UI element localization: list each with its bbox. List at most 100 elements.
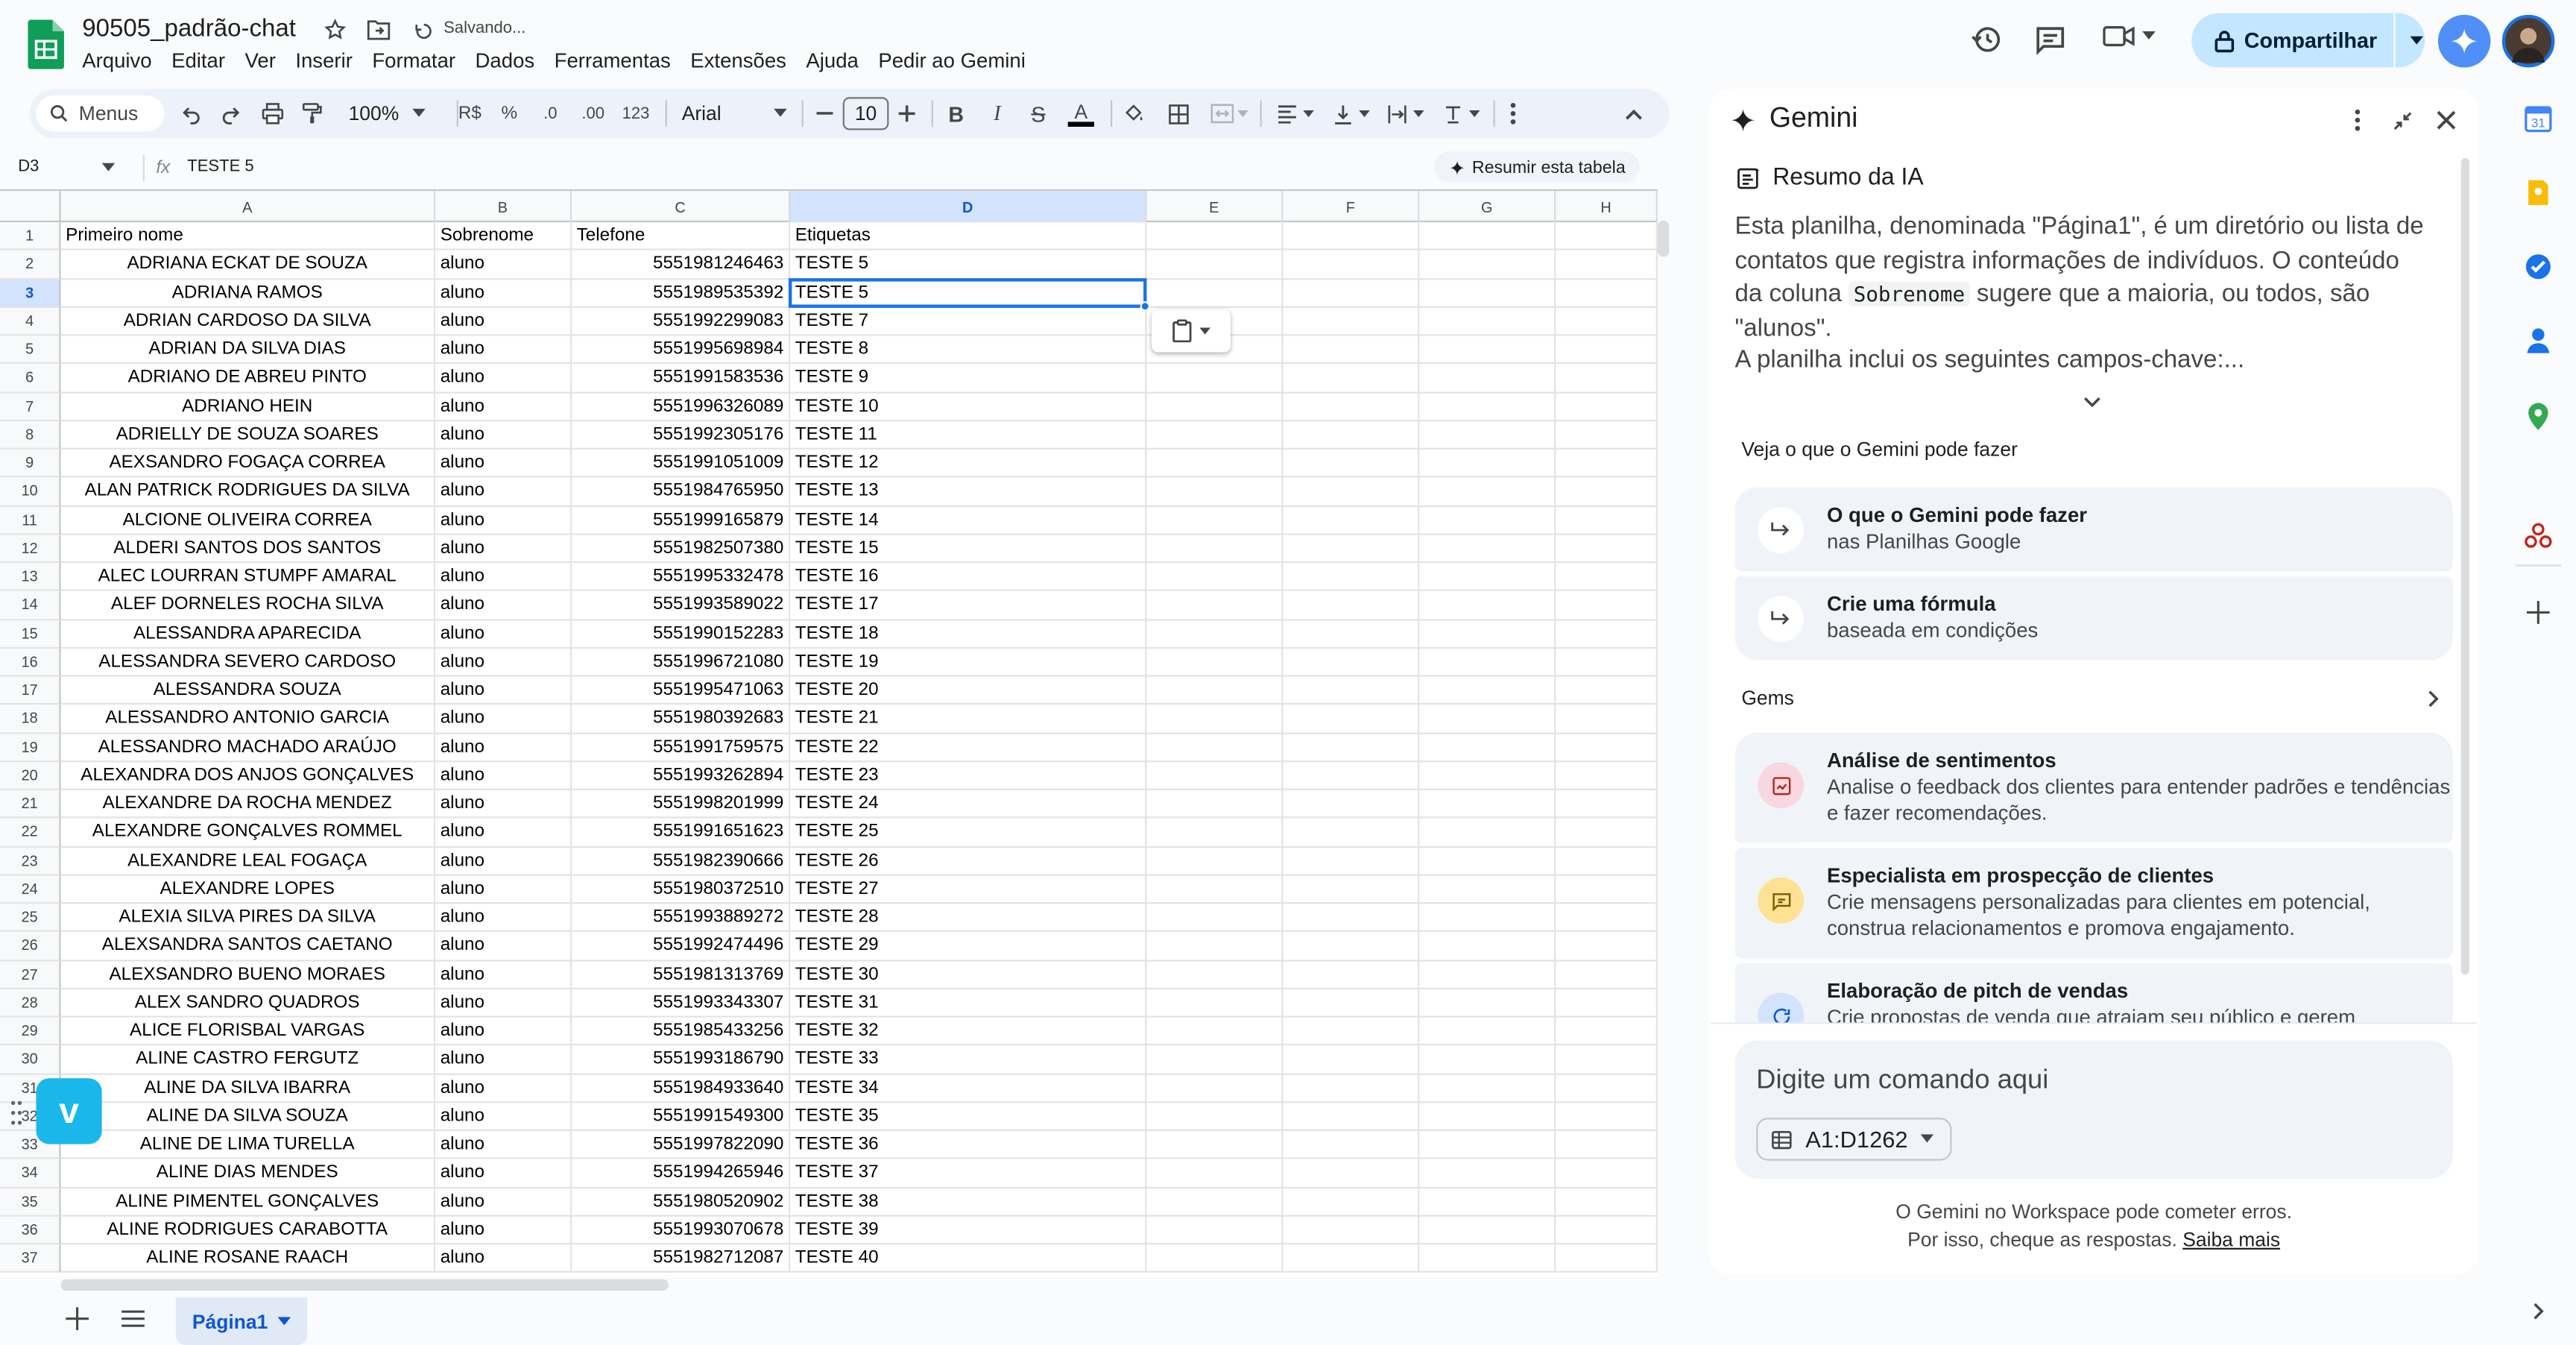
- row-header[interactable]: 7: [0, 392, 61, 421]
- gem-card[interactable]: Análise de sentimentos Analise o feedback…: [1734, 732, 2453, 843]
- horizontal-scrollbar[interactable]: [60, 1279, 669, 1291]
- table-cell[interactable]: 5551985433256: [572, 1017, 791, 1046]
- table-cell[interactable]: [1419, 1017, 1556, 1046]
- sheets-logo-icon[interactable]: [28, 19, 64, 69]
- table-cell[interactable]: [1419, 392, 1556, 421]
- table-cell[interactable]: [1146, 392, 1284, 421]
- table-cell[interactable]: ALAN PATRICK RODRIGUES DA SILVA: [60, 477, 436, 506]
- table-cell[interactable]: ALCIONE OLIVEIRA CORREA: [60, 505, 436, 535]
- table-cell[interactable]: 5551996721080: [572, 648, 791, 677]
- table-cell[interactable]: [1419, 904, 1556, 933]
- table-cell[interactable]: TESTE 23: [790, 761, 1147, 790]
- row-header[interactable]: 26: [0, 932, 61, 961]
- row-header[interactable]: 34: [0, 1159, 61, 1188]
- sheet-tab-pagina1[interactable]: Página1: [175, 1297, 308, 1345]
- table-cell[interactable]: [1556, 1045, 1658, 1074]
- table-cell[interactable]: TESTE 12: [790, 449, 1147, 478]
- maps-icon[interactable]: [2522, 400, 2554, 433]
- table-cell[interactable]: [1556, 563, 1658, 592]
- menu-tools[interactable]: Ferramentas: [544, 46, 681, 76]
- row-header[interactable]: 14: [0, 591, 61, 620]
- percent-format-button[interactable]: %: [496, 97, 523, 130]
- table-cell[interactable]: 5551981246463: [572, 251, 791, 280]
- table-cell[interactable]: aluno: [435, 904, 572, 933]
- get-add-ons-icon[interactable]: [2522, 596, 2554, 629]
- row-header[interactable]: 10: [0, 477, 61, 506]
- table-cell[interactable]: [1283, 1017, 1420, 1046]
- table-cell[interactable]: TESTE 5: [790, 251, 1147, 280]
- table-cell[interactable]: [1419, 1188, 1556, 1217]
- strikethrough-icon[interactable]: S: [1025, 97, 1051, 130]
- table-cell[interactable]: [1556, 392, 1658, 421]
- table-cell[interactable]: ADRIANO HEIN: [60, 392, 436, 421]
- table-cell[interactable]: 5551996326089: [572, 392, 791, 421]
- table-cell[interactable]: ALINE CASTRO FERGUTZ: [60, 1045, 436, 1074]
- decrease-decimals-button[interactable]: .0: [536, 97, 566, 130]
- table-cell[interactable]: [1146, 761, 1284, 790]
- table-cell[interactable]: [1419, 960, 1556, 989]
- table-cell[interactable]: 5551991549300: [572, 1102, 791, 1131]
- row-header[interactable]: 3: [0, 279, 61, 308]
- row-header[interactable]: 9: [0, 449, 61, 478]
- font-family-select[interactable]: Arial: [682, 97, 787, 130]
- table-cell[interactable]: TESTE 24: [790, 790, 1147, 819]
- table-cell[interactable]: [1556, 535, 1658, 564]
- table-cell[interactable]: [1283, 1159, 1420, 1188]
- table-cell[interactable]: ALDERI SANTOS DOS SANTOS: [60, 535, 436, 564]
- table-cell[interactable]: 5551998201999: [572, 790, 791, 819]
- row-header[interactable]: 30: [0, 1045, 61, 1074]
- gems-heading[interactable]: Gems: [1741, 687, 1794, 710]
- table-cell[interactable]: TESTE 31: [790, 989, 1147, 1018]
- share-button[interactable]: Compartilhar: [2191, 13, 2425, 68]
- table-cell[interactable]: [1419, 336, 1556, 365]
- header-cell[interactable]: [1419, 222, 1556, 251]
- table-cell[interactable]: [1419, 420, 1556, 450]
- user-avatar[interactable]: [2501, 14, 2555, 68]
- table-cell[interactable]: [1283, 535, 1420, 564]
- print-icon[interactable]: [259, 97, 285, 130]
- row-header[interactable]: 27: [0, 960, 61, 989]
- table-cell[interactable]: [1146, 932, 1284, 961]
- table-cell[interactable]: aluno: [435, 1130, 572, 1160]
- calendar-icon[interactable]: 31: [2522, 102, 2554, 135]
- table-cell[interactable]: [1146, 364, 1284, 393]
- table-cell[interactable]: 5551995471063: [572, 676, 791, 705]
- formula-input[interactable]: TESTE 5: [187, 158, 253, 176]
- menu-file[interactable]: Arquivo: [72, 46, 162, 76]
- font-size-input[interactable]: 10: [842, 97, 889, 130]
- table-cell[interactable]: [1283, 705, 1420, 734]
- row-header[interactable]: 23: [0, 847, 61, 876]
- table-cell[interactable]: [1283, 1216, 1420, 1245]
- table-cell[interactable]: [1283, 733, 1420, 762]
- vertical-scrollbar[interactable]: [1657, 220, 1670, 257]
- table-cell[interactable]: 5551980520902: [572, 1188, 791, 1217]
- row-header[interactable]: 35: [0, 1188, 61, 1217]
- table-cell[interactable]: ADRIANO DE ABREU PINTO: [60, 364, 436, 393]
- horizontal-align-icon[interactable]: [1272, 97, 1318, 130]
- table-cell[interactable]: 5551995698984: [572, 336, 791, 365]
- close-panel-icon[interactable]: [2437, 110, 2456, 130]
- table-cell[interactable]: [1556, 591, 1658, 620]
- table-cell[interactable]: [1283, 336, 1420, 365]
- table-cell[interactable]: 5551995332478: [572, 563, 791, 592]
- table-cell[interactable]: [1283, 1074, 1420, 1103]
- row-header[interactable]: 8: [0, 420, 61, 450]
- row-header[interactable]: 21: [0, 790, 61, 819]
- table-cell[interactable]: ALESSANDRA SOUZA: [60, 676, 436, 705]
- table-cell[interactable]: [1556, 1017, 1658, 1046]
- table-cell[interactable]: [1146, 1130, 1284, 1160]
- text-color-icon[interactable]: A: [1066, 97, 1096, 130]
- row-header[interactable]: 22: [0, 818, 61, 848]
- range-selector-chip[interactable]: A1:D1262: [1756, 1118, 1952, 1161]
- table-cell[interactable]: TESTE 34: [790, 1074, 1147, 1103]
- table-cell[interactable]: [1146, 1244, 1284, 1273]
- table-cell[interactable]: aluno: [435, 989, 572, 1018]
- table-cell[interactable]: aluno: [435, 1074, 572, 1103]
- table-cell[interactable]: 5551993262894: [572, 761, 791, 790]
- table-cell[interactable]: [1283, 847, 1420, 876]
- table-cell[interactable]: [1146, 420, 1284, 450]
- table-cell[interactable]: [1283, 591, 1420, 620]
- table-cell[interactable]: ALEXANDRE LOPES: [60, 875, 436, 904]
- table-cell[interactable]: [1283, 761, 1420, 790]
- add-sheet-icon[interactable]: [66, 1307, 89, 1331]
